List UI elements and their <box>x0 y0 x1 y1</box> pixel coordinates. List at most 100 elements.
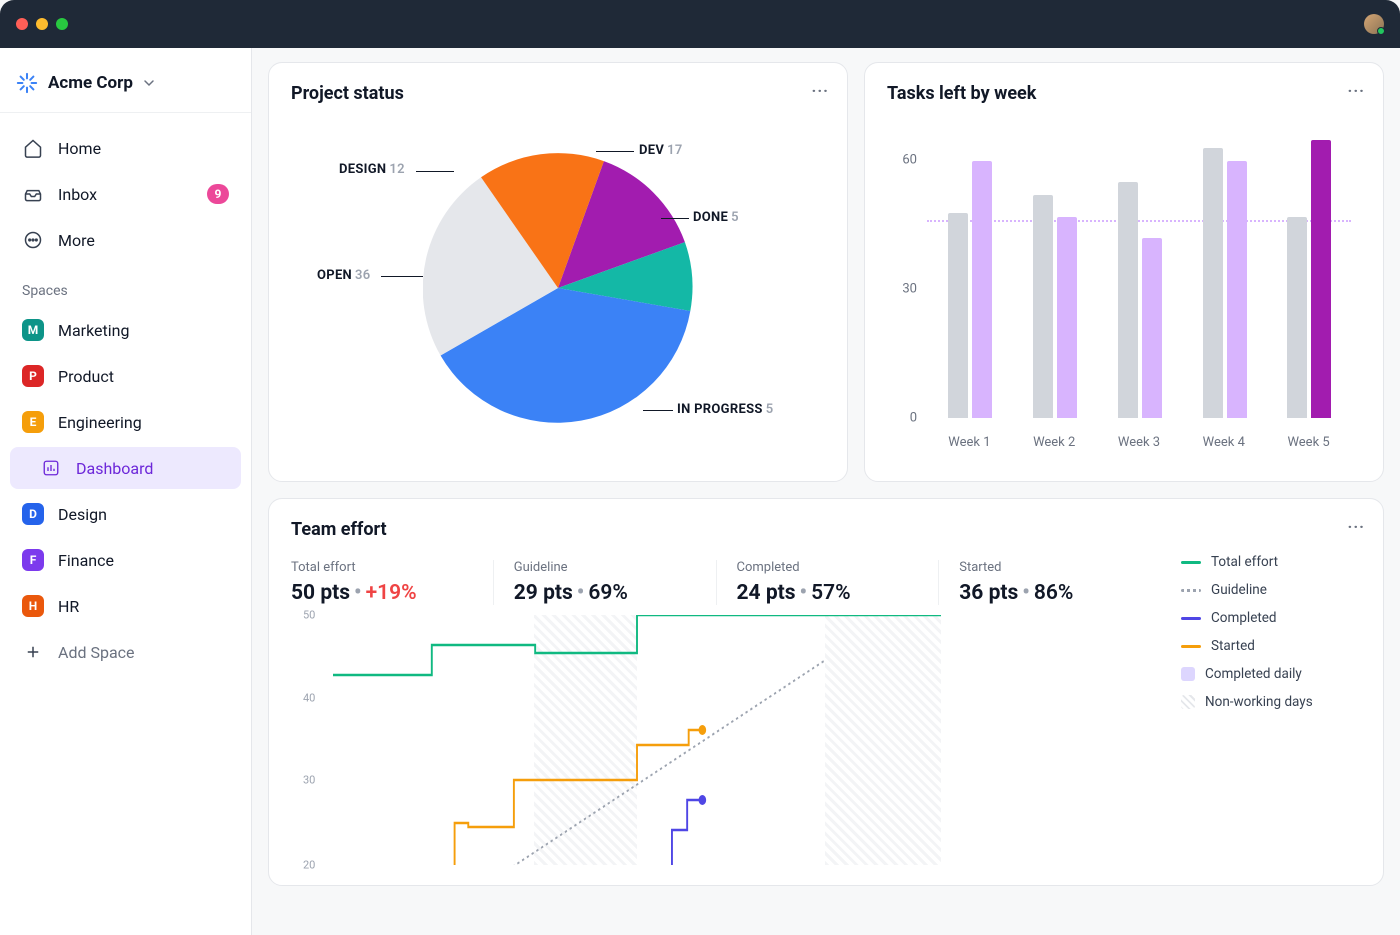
nav-inbox[interactable]: Inbox 9 <box>10 173 241 215</box>
card-title: Project status <box>291 83 825 104</box>
tasks-by-week-card: Tasks left by week ··· 60 30 0 <box>864 62 1384 482</box>
x-label: Week 4 <box>1181 435 1266 450</box>
legend-item-started: Started <box>1181 638 1361 654</box>
metric-value: 50 pts <box>291 581 350 605</box>
bar <box>1311 140 1331 418</box>
metric-total-effort: Total effort 50 pts•+19% <box>291 560 493 605</box>
space-icon: P <box>22 365 44 387</box>
nav-label: More <box>58 231 95 250</box>
workspace-logo-icon <box>16 72 38 94</box>
metric-label: Guideline <box>514 560 696 575</box>
project-status-card: Project status ··· DEV17 DONE5 <box>268 62 848 482</box>
bar <box>1203 148 1223 418</box>
y-tick: 0 <box>910 411 917 426</box>
y-tick: 40 <box>303 691 315 704</box>
legend-item-guideline: Guideline <box>1181 582 1361 598</box>
window-controls <box>16 18 68 30</box>
space-icon: D <box>22 503 44 525</box>
metric-started: Started 36 pts•86% <box>938 560 1161 605</box>
minimize-window-icon[interactable] <box>36 18 48 30</box>
y-tick: 50 <box>303 609 315 622</box>
pie-label-done: DONE5 <box>693 210 739 225</box>
space-icon: F <box>22 549 44 571</box>
nav-home[interactable]: Home <box>10 127 241 169</box>
legend-item-completed: Completed <box>1181 610 1361 626</box>
x-label: Week 2 <box>1012 435 1097 450</box>
card-title: Team effort <box>291 519 1361 540</box>
card-more-button[interactable]: ··· <box>1348 81 1365 100</box>
chevron-down-icon <box>143 77 155 89</box>
line-started-endpoint <box>699 725 707 735</box>
space-label: Engineering <box>58 413 142 432</box>
metric-guideline: Guideline 29 pts•69% <box>493 560 716 605</box>
metric-delta: 57% <box>811 581 851 605</box>
user-avatar[interactable] <box>1364 14 1384 34</box>
nav-label: Home <box>58 139 101 158</box>
metric-delta: 69% <box>588 581 628 605</box>
maximize-window-icon[interactable] <box>56 18 68 30</box>
legend-item-nwd: Non-working days <box>1181 694 1361 710</box>
space-label: Design <box>58 505 107 524</box>
line-completed <box>563 800 703 865</box>
sidebar-item-dashboard[interactable]: Dashboard <box>10 447 241 489</box>
legend: Total effort Guideline Completed Started… <box>1161 554 1361 865</box>
workspace-name: Acme Corp <box>48 73 133 93</box>
spaces-section-label: Spaces <box>10 265 241 309</box>
metric-delta: +19% <box>366 581 417 605</box>
space-label: Product <box>58 367 114 386</box>
close-window-icon[interactable] <box>16 18 28 30</box>
dashboard-icon <box>40 457 62 479</box>
space-hr[interactable]: H HR <box>10 585 241 627</box>
card-more-button[interactable]: ··· <box>1348 517 1365 536</box>
line-guideline <box>470 660 826 865</box>
line-total-effort <box>333 615 941 675</box>
metric-label: Completed <box>737 560 919 575</box>
workspace-switcher[interactable]: Acme Corp <box>0 64 251 113</box>
line-chart: 50 40 30 20 <box>291 615 1161 865</box>
space-icon: M <box>22 319 44 341</box>
space-icon: H <box>22 595 44 617</box>
space-product[interactable]: P Product <box>10 355 241 397</box>
pie-label-inprogress: IN PROGRESS5 <box>677 402 773 417</box>
space-icon: E <box>22 411 44 433</box>
metric-completed: Completed 24 pts•57% <box>716 560 939 605</box>
bar <box>1118 182 1138 418</box>
metric-value: 36 pts <box>959 581 1018 605</box>
inbox-badge: 9 <box>207 184 229 204</box>
y-tick: 30 <box>303 774 315 787</box>
space-engineering[interactable]: E Engineering <box>10 401 241 443</box>
bar <box>948 213 968 418</box>
bar <box>972 161 992 418</box>
content-area: Project status ··· DEV17 DONE5 <box>252 48 1400 935</box>
metric-label: Started <box>959 560 1141 575</box>
title-bar <box>0 0 1400 48</box>
space-label: Finance <box>58 551 114 570</box>
nav-more[interactable]: More <box>10 219 241 261</box>
bar <box>1227 161 1247 418</box>
plus-icon <box>22 641 44 663</box>
bar <box>1142 238 1162 418</box>
presence-indicator-icon <box>1377 27 1385 35</box>
space-label: Marketing <box>58 321 129 340</box>
y-tick: 30 <box>902 282 917 297</box>
metric-row: Total effort 50 pts•+19% Guideline 29 pt… <box>291 560 1161 605</box>
x-label: Week 3 <box>1097 435 1182 450</box>
bar <box>1033 195 1053 418</box>
more-icon <box>22 229 44 251</box>
nav-label: Dashboard <box>76 459 153 478</box>
pie-label-design: DESIGN12 <box>339 162 405 177</box>
line-completed-endpoint <box>699 795 707 805</box>
legend-item-completed-daily: Completed daily <box>1181 666 1361 682</box>
x-label: Week 1 <box>927 435 1012 450</box>
team-effort-card: Team effort ··· Total effort 50 pts•+19%… <box>268 498 1384 886</box>
card-more-button[interactable]: ··· <box>812 81 829 100</box>
metric-value: 24 pts <box>737 581 796 605</box>
space-marketing[interactable]: M Marketing <box>10 309 241 351</box>
space-label: HR <box>58 597 79 616</box>
space-finance[interactable]: F Finance <box>10 539 241 581</box>
metric-value: 29 pts <box>514 581 573 605</box>
add-space-button[interactable]: Add Space <box>10 631 241 673</box>
space-design[interactable]: D Design <box>10 493 241 535</box>
y-tick: 60 <box>902 153 917 168</box>
legend-item-total: Total effort <box>1181 554 1361 570</box>
